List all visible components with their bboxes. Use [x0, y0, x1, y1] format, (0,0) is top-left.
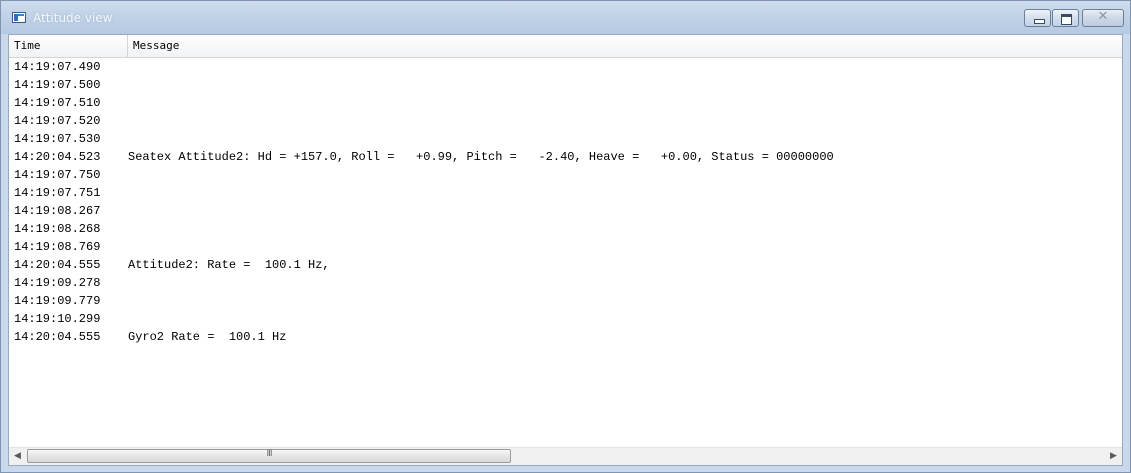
column-headers: Time Message	[9, 35, 1122, 58]
time-cell: 14:19:09.278	[14, 276, 101, 290]
table-row[interactable]: 14:20:04.555 Attitude2: Rate = 100.1 Hz,	[9, 256, 1122, 274]
time-cell: 14:19:07.500	[14, 78, 101, 92]
time-cell: 14:19:07.510	[14, 96, 101, 110]
table-row[interactable]: 14:19:08.267	[9, 202, 1122, 220]
window-title: Attitude view	[33, 11, 113, 25]
time-cell: 14:19:07.520	[14, 114, 101, 128]
maximize-button[interactable]	[1052, 9, 1079, 27]
scroll-left-icon[interactable]: ◀	[9, 448, 26, 465]
table-row[interactable]: 14:19:07.510	[9, 94, 1122, 112]
message-cell: Gyro2 Rate = 100.1 Hz	[128, 330, 287, 344]
title-bar[interactable]: Attitude view ✕	[1, 1, 1130, 34]
time-cell: 14:19:08.769	[14, 240, 101, 254]
scroll-right-icon[interactable]: ▶	[1105, 448, 1122, 465]
time-cell: 14:19:08.268	[14, 222, 101, 236]
table-row[interactable]: 14:19:07.490	[9, 58, 1122, 76]
message-cell: Seatex Attitude2: Hd = +157.0, Roll = +0…	[128, 150, 834, 164]
minimize-icon	[1034, 19, 1045, 24]
table-row[interactable]: 14:19:07.750	[9, 166, 1122, 184]
table-row[interactable]: 14:20:04.523 Seatex Attitude2: Hd = +157.…	[9, 148, 1122, 166]
attitude-view-window: Attitude view ✕ Time Message 14:19:07.49…	[0, 0, 1131, 473]
minimize-button[interactable]	[1024, 9, 1051, 27]
table-row[interactable]: 14:19:08.268	[9, 220, 1122, 238]
table-row[interactable]: 14:19:07.500	[9, 76, 1122, 94]
table-row[interactable]: 14:19:09.278	[9, 274, 1122, 292]
horizontal-scrollbar[interactable]: ◀ III ▶	[9, 447, 1122, 465]
time-cell: 14:20:04.555	[14, 330, 101, 344]
time-cell: 14:20:04.555	[14, 258, 101, 272]
table-row[interactable]: 14:19:08.769	[9, 238, 1122, 256]
log-rows: 14:19:07.490 14:19:07.500 14:19:07.510 14:1…	[9, 58, 1122, 346]
table-row[interactable]: 14:19:07.520	[9, 112, 1122, 130]
close-icon: ✕	[1097, 9, 1109, 24]
column-header-message[interactable]: Message	[128, 35, 1122, 57]
maximize-icon	[1061, 14, 1072, 25]
table-row[interactable]: 14:19:10.299	[9, 310, 1122, 328]
scrollbar-grip-icon: III	[266, 449, 273, 459]
table-row[interactable]: 14:19:09.779	[9, 292, 1122, 310]
time-cell: 14:19:08.267	[14, 204, 101, 218]
table-row[interactable]: 14:19:07.530	[9, 130, 1122, 148]
time-cell: 14:19:10.299	[14, 312, 101, 326]
close-button[interactable]: ✕	[1082, 9, 1124, 27]
time-cell: 14:19:07.490	[14, 60, 101, 74]
window-controls: ✕	[1023, 9, 1124, 29]
message-cell: Attitude2: Rate = 100.1 Hz,	[128, 258, 330, 272]
time-cell: 14:19:09.779	[14, 294, 101, 308]
log-list: Time Message 14:19:07.490 14:19:07.500 14:…	[8, 34, 1123, 466]
time-cell: 14:19:07.750	[14, 168, 101, 182]
scrollbar-thumb[interactable]: III	[27, 449, 511, 463]
column-header-time[interactable]: Time	[9, 35, 128, 57]
time-cell: 14:20:04.523	[14, 150, 101, 164]
time-cell: 14:19:07.751	[14, 186, 101, 200]
table-row[interactable]: 14:19:07.751	[9, 184, 1122, 202]
app-window-icon	[12, 12, 26, 23]
table-row[interactable]: 14:20:04.555 Gyro2 Rate = 100.1 Hz	[9, 328, 1122, 346]
time-cell: 14:19:07.530	[14, 132, 101, 146]
